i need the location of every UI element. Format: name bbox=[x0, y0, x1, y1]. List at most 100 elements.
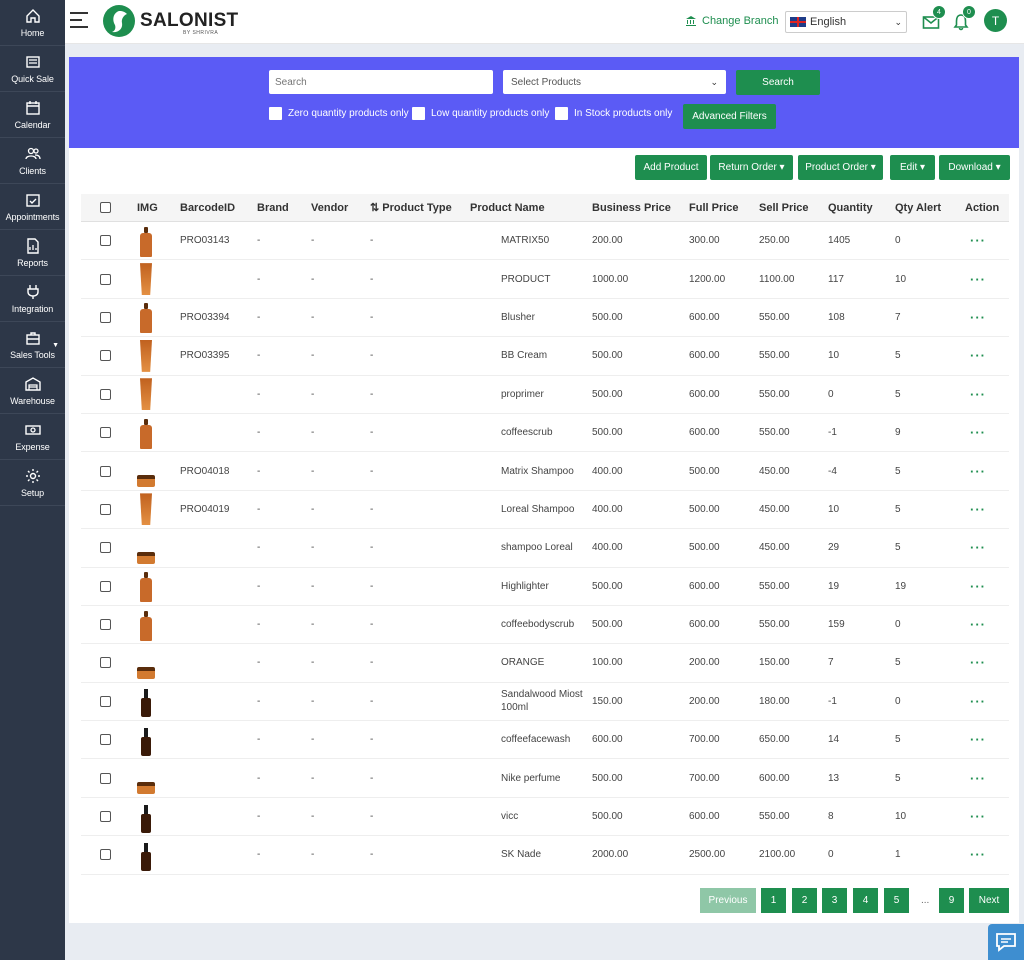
row-checkbox[interactable] bbox=[100, 311, 111, 323]
page-9-button[interactable]: 9 bbox=[939, 888, 964, 913]
table-row[interactable]: - - - PRODUCT 1000.00 1200.00 1100.00 117 10 ··· bbox=[81, 260, 1009, 299]
column-header-product-type[interactable]: ⇅ Product Type bbox=[370, 194, 452, 221]
row-checkbox[interactable] bbox=[100, 772, 111, 784]
zero-quantity-checkbox[interactable] bbox=[269, 107, 282, 120]
cell-full: 600.00 bbox=[689, 388, 720, 400]
page-5-button[interactable]: 5 bbox=[884, 888, 909, 913]
row-action-menu-button[interactable]: ··· bbox=[970, 683, 986, 720]
sidebar-item-expense[interactable]: Expense bbox=[0, 414, 65, 460]
row-action-menu-button[interactable]: ··· bbox=[970, 721, 986, 758]
sidebar-item-sales-tools[interactable]: Sales Tools ▼ bbox=[0, 322, 65, 368]
row-checkbox[interactable] bbox=[100, 580, 111, 592]
edit-button[interactable]: Edit ▾ bbox=[890, 155, 935, 180]
search-button[interactable]: Search bbox=[736, 70, 820, 95]
row-checkbox[interactable] bbox=[100, 695, 111, 707]
row-action-menu-button[interactable]: ··· bbox=[970, 644, 986, 681]
low-quantity-checkbox[interactable] bbox=[412, 107, 425, 120]
sidebar-item-reports[interactable]: Reports bbox=[0, 230, 65, 276]
chat-support-button[interactable] bbox=[988, 924, 1024, 960]
sidebar-item-calendar[interactable]: Calendar bbox=[0, 92, 65, 138]
hamburger-menu-icon[interactable] bbox=[70, 12, 88, 30]
row-checkbox[interactable] bbox=[100, 427, 111, 439]
row-action-menu-button[interactable]: ··· bbox=[970, 836, 986, 873]
download-button[interactable]: Download ▾ bbox=[939, 155, 1010, 180]
mail-button[interactable]: 4 bbox=[922, 5, 946, 31]
row-checkbox[interactable] bbox=[100, 542, 111, 554]
row-action-menu-button[interactable]: ··· bbox=[970, 568, 986, 605]
table-row[interactable]: - - - vicc 500.00 600.00 550.00 8 10 ··· bbox=[81, 798, 1009, 837]
language-select[interactable]: English ⌄ bbox=[785, 11, 907, 33]
page-4-button[interactable]: 4 bbox=[853, 888, 878, 913]
table-row[interactable]: PRO03143 - - - MATRIX50 200.00 300.00 250.00 140… bbox=[81, 222, 1009, 261]
row-action-menu-button[interactable]: ··· bbox=[970, 260, 986, 297]
page-1-button[interactable]: 1 bbox=[761, 888, 786, 913]
row-checkbox[interactable] bbox=[100, 273, 111, 285]
row-checkbox[interactable] bbox=[100, 849, 111, 861]
row-checkbox[interactable] bbox=[100, 734, 111, 746]
row-checkbox[interactable] bbox=[100, 350, 111, 362]
page-3-button[interactable]: 3 bbox=[822, 888, 847, 913]
search-input[interactable] bbox=[269, 70, 493, 94]
zero-quantity-filter[interactable]: Zero quantity products only bbox=[269, 107, 409, 120]
user-avatar[interactable]: T bbox=[984, 9, 1007, 32]
product-dropper-image bbox=[136, 839, 156, 871]
product-order-button[interactable]: Product Order ▾ bbox=[798, 155, 883, 180]
table-row[interactable]: - - - proprimer 500.00 600.00 550.00 0 5 ··· bbox=[81, 376, 1009, 414]
select-products-dropdown[interactable]: Select Products ⌄ bbox=[503, 70, 726, 94]
table-row[interactable]: PRO03395 - - - BB Cream 500.00 600.00 550.00 10 5… bbox=[81, 337, 1009, 376]
sidebar-item-home[interactable]: Home bbox=[0, 0, 65, 46]
sidebar-item-appointments[interactable]: Appointments bbox=[0, 184, 65, 230]
cell-business: 600.00 bbox=[592, 734, 623, 746]
in-stock-checkbox[interactable] bbox=[555, 107, 568, 120]
table-row[interactable]: - - - coffeescrub 500.00 600.00 550.00 -1 9 ··· bbox=[81, 414, 1009, 453]
row-checkbox[interactable] bbox=[100, 503, 111, 515]
row-action-menu-button[interactable]: ··· bbox=[970, 491, 986, 528]
table-row[interactable]: - - - coffeebodyscrub 500.00 600.00 550.00 159 0… bbox=[81, 606, 1009, 645]
row-checkbox[interactable] bbox=[100, 235, 111, 247]
row-action-menu-button[interactable]: ··· bbox=[970, 299, 986, 336]
next-page-button[interactable]: Next bbox=[969, 888, 1009, 913]
table-row[interactable]: - - - Highlighter 500.00 600.00 550.00 19 19 ··· bbox=[81, 568, 1009, 606]
sidebar-item-integration[interactable]: Integration bbox=[0, 276, 65, 322]
row-action-menu-button[interactable]: ··· bbox=[970, 452, 986, 489]
table-row[interactable]: PRO03394 - - - Blusher 500.00 600.00 550.00 108 7… bbox=[81, 299, 1009, 338]
table-row[interactable]: - - - Nike perfume 500.00 700.00 600.00 13 5 ··· bbox=[81, 759, 1009, 798]
sidebar-item-clients[interactable]: Clients bbox=[0, 138, 65, 184]
table-row[interactable]: - - - SK Nade 2000.00 2500.00 2100.00 0 1 ··· bbox=[81, 836, 1009, 875]
sidebar-item-warehouse[interactable]: Warehouse bbox=[0, 368, 65, 414]
table-row[interactable]: PRO04019 - - - Loreal Shampoo 400.00 500.00 450… bbox=[81, 491, 1009, 530]
cell-vendor: - bbox=[311, 772, 315, 784]
return-order-button[interactable]: Return Order ▾ bbox=[710, 155, 793, 180]
row-action-menu-button[interactable]: ··· bbox=[970, 337, 986, 374]
row-checkbox[interactable] bbox=[100, 657, 111, 669]
salonist-logo[interactable] bbox=[103, 5, 135, 37]
row-action-menu-button[interactable]: ··· bbox=[970, 376, 986, 413]
add-product-button[interactable]: Add Product bbox=[635, 155, 707, 180]
row-checkbox[interactable] bbox=[100, 388, 111, 400]
sidebar-item-setup[interactable]: Setup bbox=[0, 460, 65, 506]
row-action-menu-button[interactable]: ··· bbox=[970, 222, 986, 259]
row-checkbox[interactable] bbox=[100, 811, 111, 823]
in-stock-filter[interactable]: In Stock products only bbox=[555, 107, 672, 120]
low-quantity-filter[interactable]: Low quantity products only bbox=[412, 107, 549, 120]
row-action-menu-button[interactable]: ··· bbox=[970, 414, 986, 451]
table-row[interactable]: - - - shampoo Loreal 400.00 500.00 450.00 29 5 ··… bbox=[81, 529, 1009, 568]
row-checkbox[interactable] bbox=[100, 465, 111, 477]
advanced-filters-button[interactable]: Advanced Filters bbox=[683, 104, 776, 129]
page-2-button[interactable]: 2 bbox=[792, 888, 817, 913]
change-branch-link[interactable]: Change Branch bbox=[685, 15, 778, 27]
cell-full: 200.00 bbox=[689, 657, 720, 669]
previous-page-button[interactable]: Previous bbox=[700, 888, 756, 913]
table-row[interactable]: - - - coffeefacewash 600.00 700.00 650.00 14 5 ··… bbox=[81, 721, 1009, 760]
row-checkbox[interactable] bbox=[100, 619, 111, 631]
table-row[interactable]: - - - Sandalwood Miost 100ml 150.00 200.00 180… bbox=[81, 683, 1009, 722]
table-row[interactable]: - - - ORANGE 100.00 200.00 150.00 7 5 ··· bbox=[81, 644, 1009, 683]
select-all-checkbox[interactable] bbox=[100, 202, 111, 213]
notifications-button[interactable]: 0 bbox=[952, 5, 976, 31]
sidebar-item-quick-sale[interactable]: Quick Sale bbox=[0, 46, 65, 92]
row-action-menu-button[interactable]: ··· bbox=[970, 529, 986, 566]
row-action-menu-button[interactable]: ··· bbox=[970, 798, 986, 835]
row-action-menu-button[interactable]: ··· bbox=[970, 759, 986, 796]
row-action-menu-button[interactable]: ··· bbox=[970, 606, 986, 643]
table-row[interactable]: PRO04018 - - - Matrix Shampoo 400.00 500.00 450… bbox=[81, 452, 1009, 491]
